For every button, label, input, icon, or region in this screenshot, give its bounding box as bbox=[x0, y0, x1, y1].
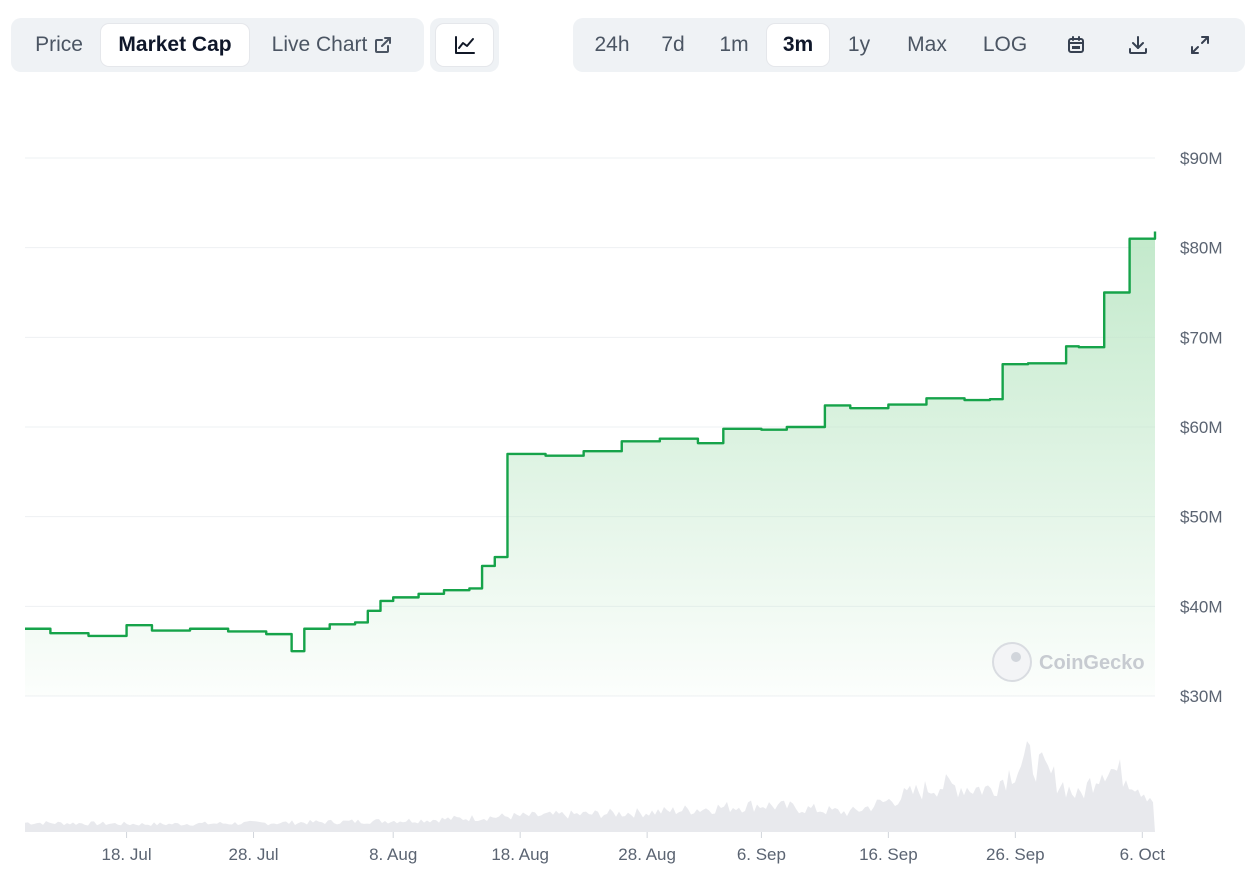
x-tick-label: 16. Sep bbox=[859, 845, 918, 864]
y-axis: $30M $40M $50M $60M $70M $80M $90M bbox=[1180, 149, 1223, 706]
x-tick-label: 8. Aug bbox=[369, 845, 417, 864]
y-tick-label: $40M bbox=[1180, 597, 1223, 616]
volume-bars bbox=[25, 741, 1155, 832]
coingecko-logo-icon bbox=[992, 642, 1032, 682]
y-tick-label: $70M bbox=[1180, 328, 1223, 347]
y-tick-label: $90M bbox=[1180, 149, 1223, 168]
y-tick-label: $50M bbox=[1180, 508, 1223, 527]
x-tick-label: 6. Sep bbox=[737, 845, 786, 864]
price-area bbox=[24, 231, 1157, 696]
volume-area bbox=[25, 741, 1155, 832]
watermark-text: CoinGecko bbox=[1039, 652, 1145, 674]
y-tick-label: $60M bbox=[1180, 418, 1223, 437]
x-tick-label: 28. Jul bbox=[228, 845, 278, 864]
x-tick-label: 18. Aug bbox=[491, 845, 549, 864]
coingecko-logo-eye bbox=[1011, 652, 1021, 662]
x-tick-label: 26. Sep bbox=[986, 845, 1045, 864]
x-axis: 18. Jul 28. Jul 8. Aug 18. Aug 28. Aug 6. Sep… bbox=[102, 832, 1166, 864]
y-tick-label: $30M bbox=[1180, 687, 1223, 706]
x-tick-label: 6. Oct bbox=[1120, 845, 1166, 864]
area-fill bbox=[25, 231, 1155, 696]
x-tick-label: 28. Aug bbox=[618, 845, 676, 864]
market-cap-chart[interactable]: $30M $40M $50M $60M $70M $80M $90M 18. Jul 28. … bbox=[0, 0, 1254, 888]
y-tick-label: $80M bbox=[1180, 239, 1223, 258]
x-tick-label: 18. Jul bbox=[102, 845, 152, 864]
